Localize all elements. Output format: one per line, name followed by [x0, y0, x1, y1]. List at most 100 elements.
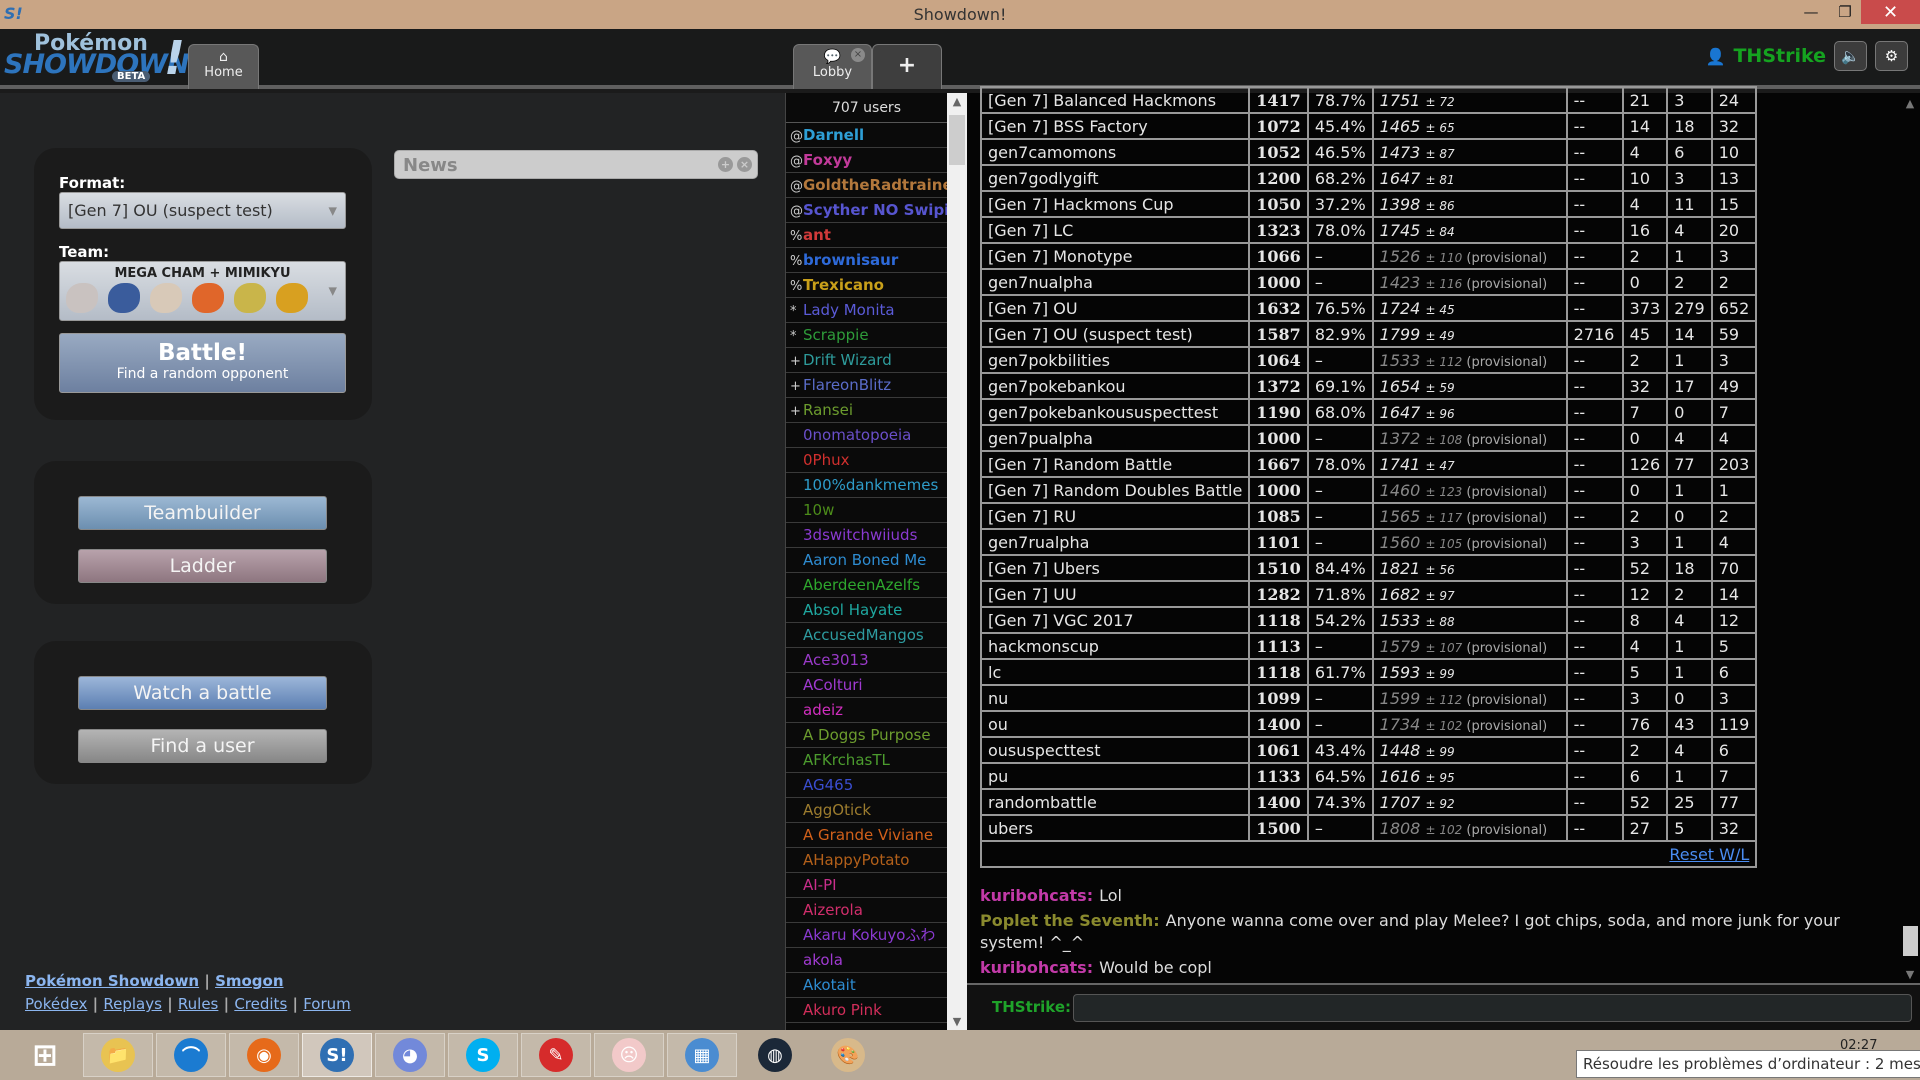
chat-author[interactable]: Poplet the Seventh:	[980, 911, 1160, 930]
chat-author[interactable]: kuribohcats:	[980, 958, 1093, 977]
link-pokemon-showdown[interactable]: Pokémon Showdown	[25, 972, 199, 990]
userlist-item[interactable]: Ace3013	[786, 648, 947, 673]
team-name: MEGA CHAM + MIMIKYU	[114, 266, 291, 281]
userlist-item[interactable]: + Ransei	[786, 398, 947, 423]
userlist-item[interactable]: Akuro Pink	[786, 998, 947, 1023]
ladder-button[interactable]: Ladder	[78, 549, 327, 583]
glicko-deviation: ± 47	[1425, 458, 1455, 473]
taskbar-steam[interactable]: ◍	[740, 1033, 810, 1077]
userlist-item[interactable]: %ant	[786, 223, 947, 248]
format-select[interactable]: [Gen 7] OU (suspect test) ▼	[59, 192, 346, 229]
userlist-item[interactable]: 0nomatopoeia	[786, 423, 947, 448]
userlist-item[interactable]: + Drift Wizard	[786, 348, 947, 373]
taskbar-start[interactable]: ⊞	[10, 1033, 80, 1077]
user-name: A Doggs Purpose	[803, 726, 931, 744]
taskbar-firefox[interactable]: ◉	[229, 1033, 299, 1077]
userlist-item[interactable]: + FlareonBlitz	[786, 373, 947, 398]
team-select[interactable]: MEGA CHAM + MIMIKYU ▼	[59, 261, 346, 321]
userlist-item[interactable]: @Scyther NO Swiping	[786, 198, 947, 223]
userlist-item[interactable]: %Trexicano	[786, 273, 947, 298]
taskbar-paint[interactable]: 🎨	[813, 1033, 883, 1077]
userlist-scrollbar[interactable]: ▲ ▼	[947, 93, 967, 1030]
userlist-item[interactable]: Akotait	[786, 973, 947, 998]
scrollbar-thumb[interactable]	[1903, 926, 1918, 956]
taskbar-openoffice[interactable]: ⌒	[156, 1033, 226, 1077]
userlist-item[interactable]: AI-PI	[786, 873, 947, 898]
new-tab-button[interactable]: +	[872, 44, 942, 89]
userlist-item[interactable]: 100%dankmemes	[786, 473, 947, 498]
userlist-item[interactable]: Akaru Kokuyoふわ	[786, 923, 947, 948]
expand-icon[interactable]: +	[718, 157, 733, 172]
userlist-item[interactable]: 0Phux	[786, 448, 947, 473]
userlist-item[interactable]: %brownisaur	[786, 248, 947, 273]
glicko-rating: 1372	[1379, 428, 1426, 448]
ladder-glicko: 1647 ± 96	[1371, 398, 1568, 426]
chat-scrollbar[interactable]: ▲ ▼	[1900, 93, 1920, 983]
close-icon[interactable]: ×	[737, 157, 752, 172]
userlist-item[interactable]: @GoldtheRadtrainer	[786, 173, 947, 198]
userlist-item[interactable]: AG465	[786, 773, 947, 798]
scroll-up-icon[interactable]: ▲	[947, 95, 967, 108]
userlist-item[interactable]: akola	[786, 948, 947, 973]
teambuilder-button[interactable]: Teambuilder	[78, 496, 327, 530]
username[interactable]: THStrike	[1733, 45, 1826, 67]
tab-home[interactable]: ⌂ Home	[188, 44, 259, 89]
userlist-item[interactable]: 10w	[786, 498, 947, 523]
link-credits[interactable]: Credits	[234, 995, 287, 1013]
userlist-item[interactable]: A Doggs Purpose	[786, 723, 947, 748]
userlist-item[interactable]: * Scrappie	[786, 323, 947, 348]
ladder-gxe: 43.4%	[1306, 736, 1374, 764]
ladder-gxe: –	[1306, 710, 1374, 738]
sound-button[interactable]: 🔈	[1834, 41, 1867, 71]
taskbar-calculator[interactable]: ▦	[667, 1033, 737, 1077]
taskbar-showdown[interactable]: S!	[302, 1033, 372, 1077]
watch-battle-button[interactable]: Watch a battle	[78, 676, 327, 710]
userlist-item[interactable]: AccusedMangos	[786, 623, 947, 648]
userlist-item[interactable]: 3dswitchwiiuds	[786, 523, 947, 548]
chat-author[interactable]: kuribohcats:	[980, 886, 1093, 905]
taskbar-file-explorer[interactable]: 📁	[83, 1033, 153, 1077]
format-value: [Gen 7] OU (suspect test)	[68, 201, 273, 220]
userlist-item[interactable]: Aizerola	[786, 898, 947, 923]
scroll-down-icon[interactable]: ▼	[1900, 968, 1920, 981]
userlist-item[interactable]: adeiz	[786, 698, 947, 723]
userlist-item[interactable]: AggOtick	[786, 798, 947, 823]
userlist-item[interactable]: A Grande Viviane	[786, 823, 947, 848]
link-replays[interactable]: Replays	[103, 995, 162, 1013]
reset-wl-link[interactable]: Reset W/L	[1669, 845, 1749, 864]
taskbar-skype[interactable]: S	[448, 1033, 518, 1077]
ladder-total: 4	[1710, 528, 1758, 556]
ladder-losses: 18	[1666, 554, 1713, 582]
userlist-item[interactable]: AHappyPotato	[786, 848, 947, 873]
scroll-up-icon[interactable]: ▲	[1900, 97, 1920, 110]
userlist-item[interactable]: Aaron Boned Me	[786, 548, 947, 573]
userlist-item[interactable]: AberdeenAzelfs	[786, 573, 947, 598]
userlist-item[interactable]: * Lady Monita	[786, 298, 947, 323]
chat-input[interactable]	[1073, 994, 1912, 1022]
userlist-item[interactable]: Absol Hayate	[786, 598, 947, 623]
glicko-rating: 1741	[1379, 454, 1426, 474]
link-rules[interactable]: Rules	[178, 995, 218, 1013]
battle-button[interactable]: Battle! Find a random opponent	[59, 333, 346, 393]
taskbar-binding-of-isaac[interactable]: ☹	[594, 1033, 664, 1077]
user-count[interactable]: 707 users	[786, 93, 947, 123]
close-window-button[interactable]: ✕	[1861, 0, 1920, 24]
userlist-item[interactable]: @Foxyy	[786, 148, 947, 173]
ladder-total: 3	[1710, 346, 1758, 374]
link-pokedex[interactable]: Pokédex	[25, 995, 87, 1013]
taskbar-discord[interactable]: ◕	[375, 1033, 445, 1077]
scroll-down-icon[interactable]: ▼	[947, 1015, 967, 1028]
userlist-item[interactable]: AColturi	[786, 673, 947, 698]
close-tab-icon[interactable]: ×	[851, 48, 865, 62]
showdown-logo[interactable]: Pokémon SHOWDOWN ! BETA	[4, 31, 190, 85]
link-smogon[interactable]: Smogon	[215, 972, 283, 990]
settings-button[interactable]: ⚙	[1875, 41, 1908, 71]
find-user-button[interactable]: Find a user	[78, 729, 327, 763]
ladder-glicko: 1707 ± 92	[1371, 788, 1568, 816]
tab-lobby[interactable]: 💬 Lobby ×	[793, 44, 872, 89]
scrollbar-thumb[interactable]	[949, 115, 965, 165]
userlist-item[interactable]: AFKrchasTL	[786, 748, 947, 773]
taskbar-paint-app[interactable]: ✎	[521, 1033, 591, 1077]
userlist-item[interactable]: @Darnell	[786, 123, 947, 148]
link-forum[interactable]: Forum	[303, 995, 351, 1013]
